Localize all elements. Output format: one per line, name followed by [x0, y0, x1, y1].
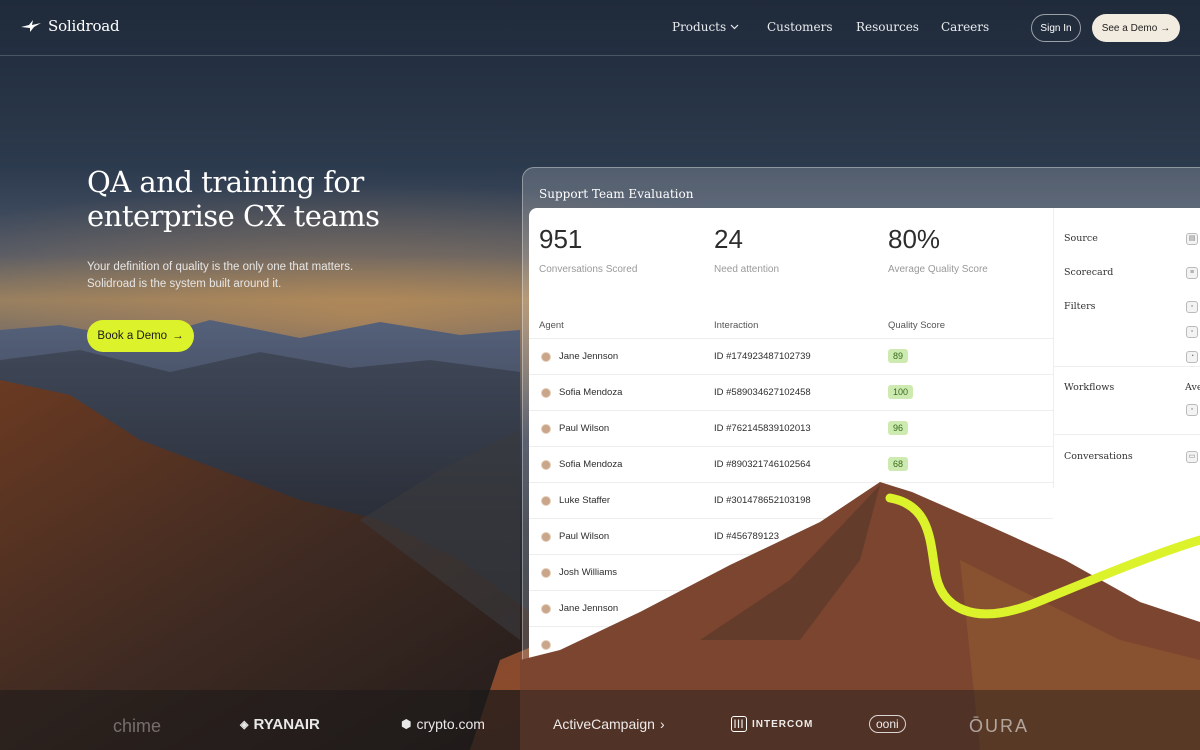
logo-chime: chime: [113, 716, 162, 736]
chevron-right-icon: ›: [659, 716, 665, 732]
logo-intercom: ||| INTERCOM: [731, 716, 813, 732]
lion-icon: ⬢: [401, 717, 412, 731]
logo-ryanair-text: RYANAIR: [253, 716, 320, 733]
customer-logos: chime ◈ RYANAIR ⬢ crypto.com ActiveCampa…: [0, 708, 1200, 744]
logo-crypto: ⬢ crypto.com: [401, 716, 485, 732]
logo-activecampaign: ActiveCampaign ›: [553, 716, 665, 732]
intercom-icon: |||: [731, 716, 747, 732]
logo-crypto-text: crypto.com: [416, 716, 485, 732]
logo-intercom-text: INTERCOM: [752, 718, 814, 730]
logo-ryanair: ◈ RYANAIR: [240, 716, 320, 733]
logo-oura: ŌURA: [969, 716, 1030, 736]
mountain-foreground: [470, 482, 1200, 750]
logo-activecampaign-text: ActiveCampaign: [553, 716, 655, 732]
harp-icon: ◈: [240, 719, 249, 731]
logo-ooni: ooni: [869, 715, 906, 733]
